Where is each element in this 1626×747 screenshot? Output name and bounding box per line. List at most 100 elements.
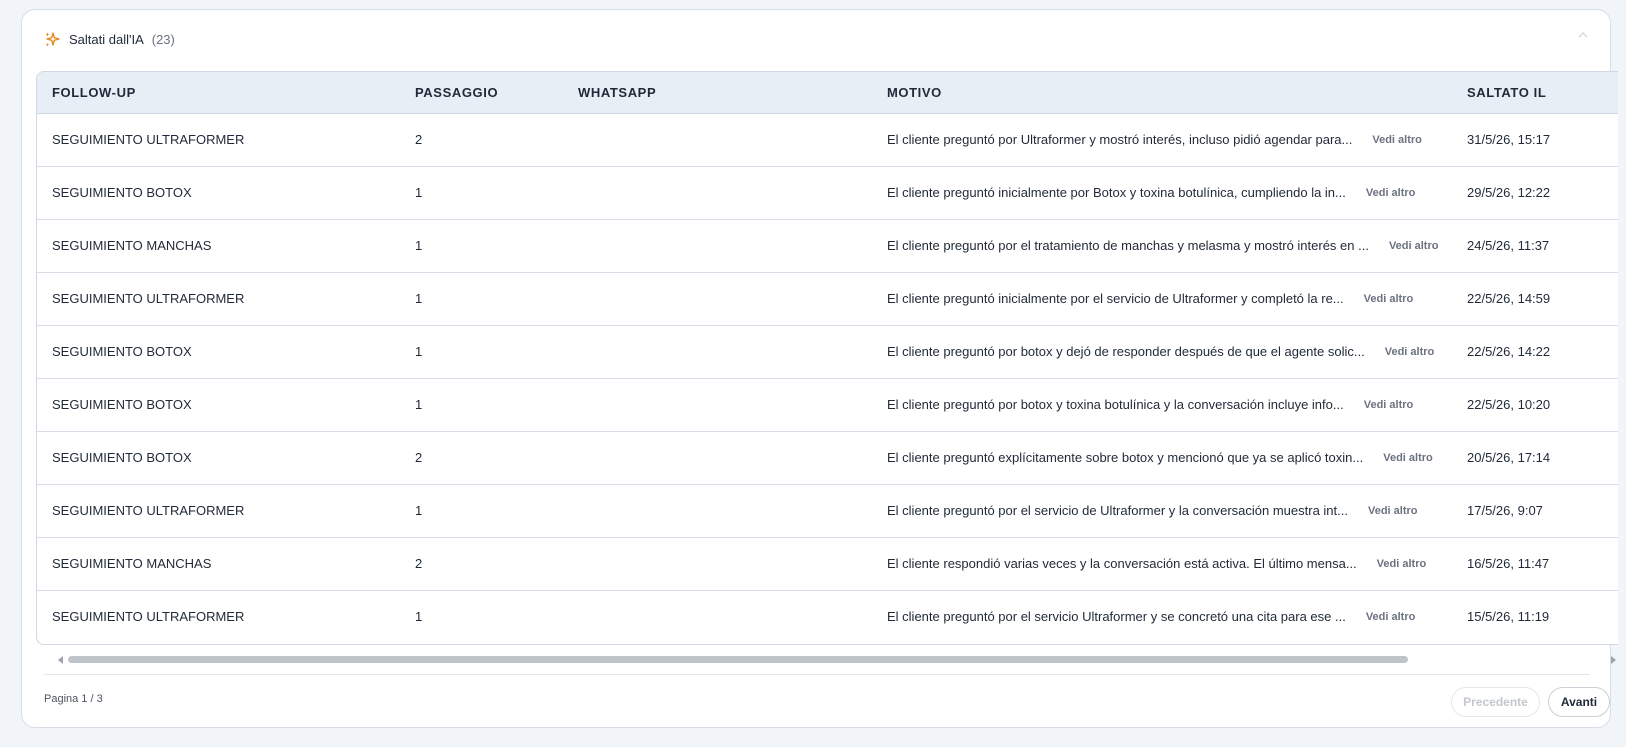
reason-text: El cliente preguntó por botox y dejó de … — [887, 344, 1365, 359]
reason-cell: El cliente preguntó por el servicio Ultr… — [872, 589, 1452, 643]
whatsapp-cell — [563, 589, 872, 643]
reason-cell: El cliente preguntó por el servicio de U… — [872, 483, 1452, 537]
see-more-button[interactable]: Vedi altro — [1372, 134, 1422, 146]
see-more-button[interactable]: Vedi altro — [1385, 346, 1435, 358]
skipped-by-ai-panel: Saltati dall'IA (23) FOLLOW-UP PASSAGGIO… — [21, 9, 1618, 728]
whatsapp-cell — [563, 165, 872, 219]
skipped-at-cell: 22/5/26, 14:22 — [1452, 324, 1618, 378]
panel-count: (23) — [151, 31, 175, 47]
see-more-button[interactable]: Vedi altro — [1377, 558, 1427, 570]
table-row: SEGUIMIENTO ULTRAFORMER 1 El cliente pre… — [37, 483, 1618, 537]
skipped-at-cell: 22/5/26, 10:20 — [1452, 377, 1618, 431]
panel-title: Saltati dall'IA — [69, 31, 144, 47]
column-header-followup: FOLLOW-UP — [37, 72, 400, 114]
reason-cell: El cliente preguntó por el tratamiento d… — [872, 218, 1452, 272]
followup-cell: SEGUIMIENTO ULTRAFORMER — [37, 483, 400, 537]
step-cell: 1 — [400, 589, 563, 643]
reason-cell: El cliente preguntó por botox y dejó de … — [872, 324, 1452, 378]
step-cell: 1 — [400, 218, 563, 272]
step-cell: 1 — [400, 483, 563, 537]
whatsapp-cell — [563, 377, 872, 431]
followup-cell: SEGUIMIENTO ULTRAFORMER — [52, 132, 245, 147]
reason-cell: El cliente preguntó por botox y toxina b… — [872, 377, 1452, 431]
followup-cell: SEGUIMIENTO ULTRAFORMER — [37, 589, 400, 643]
footer-divider — [44, 674, 1590, 675]
reason-text: El cliente preguntó explícitamente sobre… — [887, 450, 1364, 465]
table-header-row: FOLLOW-UP PASSAGGIO WHATSAPP MOTIVO SALT… — [37, 72, 1618, 114]
see-more-button[interactable]: Vedi altro — [1366, 611, 1416, 623]
table-row: SEGUIMIENTO ULTRAFORMER 1 El cliente pre… — [37, 589, 1618, 643]
table-row: SEGUIMIENTO BOTOX 1 El cliente preguntó … — [37, 165, 1618, 219]
reason-text: El cliente preguntó por el tratamiento d… — [887, 238, 1369, 253]
skipped-at-cell: 24/5/26, 11:37 — [1452, 218, 1618, 272]
reason-cell: El cliente preguntó explícitamente sobre… — [872, 430, 1452, 484]
reason-cell: El cliente preguntó inicialmente por Bot… — [872, 165, 1452, 219]
see-more-button[interactable]: Vedi altro — [1389, 240, 1439, 252]
pagination-info: Pagina 1 / 3 — [44, 693, 103, 705]
table-row: SEGUIMIENTO BOTOX 1 El cliente preguntó … — [37, 377, 1618, 431]
skipped-table: FOLLOW-UP PASSAGGIO WHATSAPP MOTIVO SALT… — [37, 72, 1618, 643]
reason-text: El cliente preguntó por el servicio Ultr… — [887, 609, 1346, 625]
reason-text: El cliente preguntó por Ultraformer y mo… — [887, 132, 1353, 147]
step-cell: 2 — [415, 132, 423, 147]
skipped-at-cell: 16/5/26, 11:47 — [1452, 536, 1618, 590]
step-cell: 1 — [400, 165, 563, 219]
reason-text: El cliente preguntó inicialmente por el … — [887, 291, 1344, 306]
table-row: SEGUIMIENTO BOTOX 2 El cliente preguntó … — [37, 430, 1618, 484]
step-cell: 1 — [400, 271, 563, 325]
followup-cell: SEGUIMIENTO ULTRAFORMER — [37, 271, 400, 325]
see-more-button[interactable]: Vedi altro — [1383, 452, 1433, 464]
reason-text: El cliente preguntó por botox y toxina b… — [887, 397, 1344, 412]
skipped-at-cell: 15/5/26, 11:19 — [1452, 589, 1618, 643]
column-header-reason: MOTIVO — [872, 72, 1452, 114]
scroll-left-arrow-icon[interactable] — [58, 656, 63, 664]
followup-cell: SEGUIMIENTO BOTOX — [37, 165, 400, 219]
see-more-button[interactable]: Vedi altro — [1364, 399, 1414, 411]
table-row: SEGUIMIENTO ULTRAFORMER 2 El cliente pre… — [37, 113, 1618, 166]
reason-text: El cliente preguntó por el servicio de U… — [887, 503, 1348, 518]
reason-cell: El cliente preguntó inicialmente por el … — [872, 271, 1452, 325]
reason-cell: El cliente respondió varias veces y la c… — [872, 536, 1452, 590]
column-header-step: PASSAGGIO — [400, 72, 563, 114]
step-cell: 2 — [400, 536, 563, 590]
chevron-up-icon[interactable] — [1576, 28, 1590, 42]
reason-text: El cliente preguntó inicialmente por Bot… — [887, 185, 1346, 200]
skipped-at-cell: 31/5/26, 15:17 — [1467, 132, 1551, 147]
column-header-whatsapp: WHATSAPP — [563, 72, 872, 114]
see-more-button[interactable]: Vedi altro — [1364, 293, 1414, 305]
whatsapp-cell — [563, 430, 872, 484]
whatsapp-cell — [563, 271, 872, 325]
reason-cell: El cliente preguntó por Ultraformer y mo… — [872, 113, 1452, 166]
whatsapp-cell — [563, 536, 872, 590]
sparkles-icon — [44, 31, 61, 48]
whatsapp-cell — [563, 218, 872, 272]
skipped-table-container[interactable]: FOLLOW-UP PASSAGGIO WHATSAPP MOTIVO SALT… — [36, 71, 1618, 645]
skipped-at-cell: 17/5/26, 9:07 — [1452, 483, 1618, 537]
whatsapp-cell — [563, 113, 872, 166]
column-header-skipped-at: SALTATO IL — [1452, 72, 1618, 114]
reason-text: El cliente respondió varias veces y la c… — [887, 556, 1357, 571]
next-page-button[interactable]: Avanti — [1548, 687, 1610, 717]
whatsapp-cell — [563, 483, 872, 537]
scrollbar-thumb[interactable] — [68, 656, 1408, 663]
scrollbar-track[interactable] — [68, 656, 1606, 663]
skipped-at-cell: 29/5/26, 12:22 — [1452, 165, 1618, 219]
horizontal-scrollbar[interactable] — [58, 655, 1618, 665]
step-cell: 1 — [400, 324, 563, 378]
scroll-right-arrow-icon[interactable] — [1611, 656, 1616, 664]
panel-header[interactable]: Saltati dall'IA (23) — [44, 28, 175, 50]
see-more-button[interactable]: Vedi altro — [1366, 187, 1416, 199]
table-row: SEGUIMIENTO ULTRAFORMER 1 El cliente pre… — [37, 271, 1618, 325]
followup-cell: SEGUIMIENTO BOTOX — [37, 430, 400, 484]
see-more-button[interactable]: Vedi altro — [1368, 505, 1418, 517]
step-cell: 2 — [400, 430, 563, 484]
followup-cell: SEGUIMIENTO MANCHAS — [37, 218, 400, 272]
followup-cell: SEGUIMIENTO BOTOX — [37, 324, 400, 378]
table-row: SEGUIMIENTO MANCHAS 2 El cliente respond… — [37, 536, 1618, 590]
followup-cell: SEGUIMIENTO BOTOX — [37, 377, 400, 431]
followup-cell: SEGUIMIENTO MANCHAS — [37, 536, 400, 590]
previous-page-button[interactable]: Precedente — [1451, 687, 1540, 717]
table-row: SEGUIMIENTO MANCHAS 1 El cliente pregunt… — [37, 218, 1618, 272]
whatsapp-cell — [563, 324, 872, 378]
step-cell: 1 — [400, 377, 563, 431]
